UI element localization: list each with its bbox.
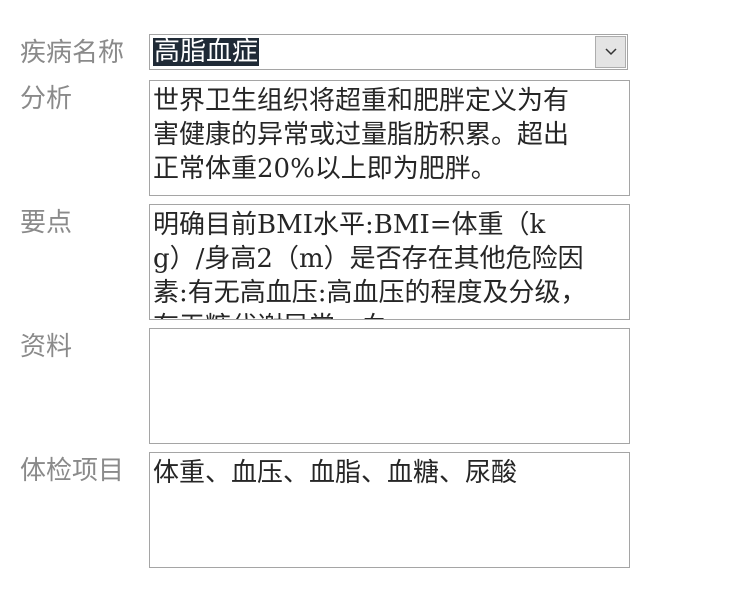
exam-items-label: 体检项目 <box>20 456 125 486</box>
dropdown-button[interactable] <box>595 36 626 68</box>
analysis-label: 分析 <box>20 84 73 114</box>
analysis-textarea[interactable]: 世界卫生组织将超重和肥胖定义为有害健康的异常或过量脂肪积累。超出正常体重20%以… <box>149 80 630 196</box>
key-points-text: 明确目前BMI水平:BMI=体重（kg）/身高2（m）是否存在其他危险因素:有无… <box>153 210 587 319</box>
disease-name-select[interactable]: 高脂血症 <box>149 34 628 70</box>
disease-name-value: 高脂血症 <box>153 37 260 67</box>
materials-textarea[interactable] <box>149 328 630 444</box>
materials-label: 资料 <box>20 332 73 362</box>
key-points-label: 要点 <box>20 208 73 238</box>
disease-name-label: 疾病名称 <box>20 38 125 68</box>
analysis-text: 世界卫生组织将超重和肥胖定义为有害健康的异常或过量脂肪积累。超出正常体重20%以… <box>153 86 570 184</box>
key-points-textarea[interactable]: 明确目前BMI水平:BMI=体重（kg）/身高2（m）是否存在其他危险因素:有无… <box>149 204 630 320</box>
exam-items-textarea[interactable]: 体重、血压、血脂、血糖、尿酸 <box>149 452 630 568</box>
chevron-down-icon <box>605 48 617 56</box>
exam-items-text: 体重、血压、血脂、血糖、尿酸 <box>153 458 518 488</box>
